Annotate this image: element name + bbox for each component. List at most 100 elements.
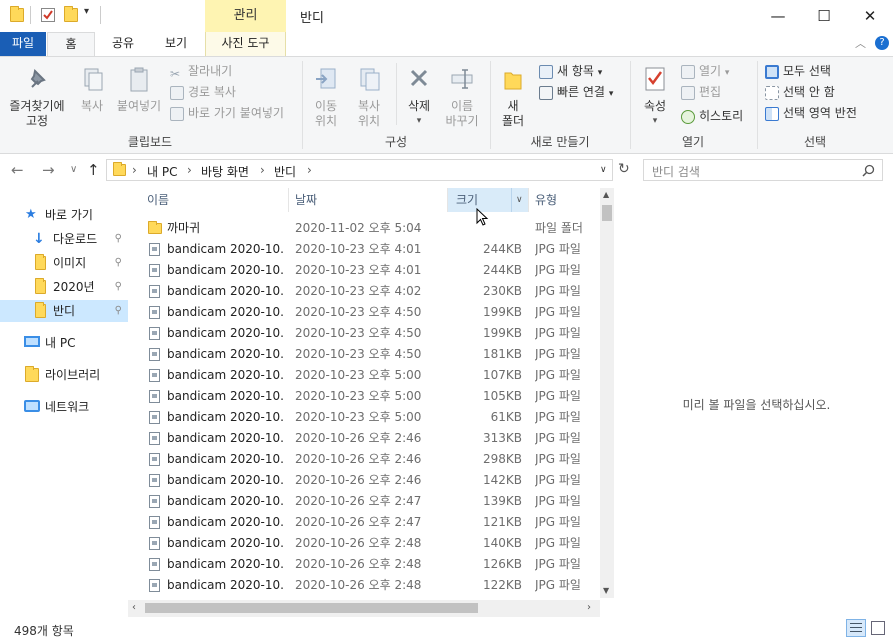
nav-item-network[interactable]: 네트워크 xyxy=(0,396,128,418)
horizontal-scroll-thumb[interactable] xyxy=(145,603,478,613)
properties-dropdown-icon[interactable]: ▾ xyxy=(636,114,674,129)
nav-item-bandi[interactable]: 반디 ⚲ xyxy=(0,300,128,322)
search-icon[interactable] xyxy=(862,164,875,177)
file-row[interactable]: bandicam 2020-10... 2020-10-26 오후 2:48 140… xyxy=(140,533,600,554)
nav-item-quick-access[interactable]: ★ 바로 가기 xyxy=(0,204,128,226)
file-row[interactable]: bandicam 2020-10... 2020-10-26 오후 2:47 139… xyxy=(140,491,600,512)
vertical-scroll-thumb[interactable] xyxy=(602,205,612,221)
file-row[interactable]: bandicam 2020-10... 2020-10-23 오후 5:00 61K… xyxy=(140,407,600,428)
file-type: JPG 파일 xyxy=(535,473,581,487)
manage-contextual-tab[interactable]: 관리 xyxy=(205,0,286,32)
collapse-ribbon-icon[interactable]: ︿ xyxy=(855,35,866,51)
up-arrow-icon[interactable]: ↑ xyxy=(87,161,100,179)
tab-view[interactable]: 보기 xyxy=(152,32,200,56)
select-none-button[interactable]: 선택 안 함 xyxy=(765,83,835,101)
file-row[interactable]: 까마귀 2020-11-02 오후 5:04 파일 폴더 xyxy=(140,218,600,239)
nav-item-label: 반디 xyxy=(53,304,76,318)
file-row[interactable]: bandicam 2020-10... 2020-10-26 오후 2:46 142… xyxy=(140,470,600,491)
item-count: 498개 항목 xyxy=(14,624,74,638)
copy-to-button[interactable]: 복사 위치 xyxy=(348,65,390,129)
scroll-right-icon[interactable]: › xyxy=(587,602,591,613)
nav-item-libraries[interactable]: 라이브러리 xyxy=(0,364,128,386)
back-arrow-icon[interactable]: ← xyxy=(11,161,24,179)
new-folder-button[interactable]: 새 폴더 xyxy=(494,65,532,129)
column-header-type[interactable]: 유형 xyxy=(529,188,599,212)
details-view-icon[interactable] xyxy=(846,619,866,637)
file-row[interactable]: bandicam 2020-10... 2020-10-26 오후 2:48 122… xyxy=(140,575,600,596)
copy-button[interactable]: 복사 xyxy=(72,65,112,114)
tab-home[interactable]: 홈 xyxy=(47,32,95,57)
copy-path-button[interactable]: 경로 복사 xyxy=(170,83,236,101)
properties-check-icon[interactable] xyxy=(41,8,55,22)
manage-tab-label: 관리 xyxy=(233,8,258,23)
tab-picture-tools[interactable]: 사진 도구 xyxy=(205,32,286,56)
file-row[interactable]: bandicam 2020-10... 2020-10-26 오후 2:47 121… xyxy=(140,512,600,533)
image-file-icon xyxy=(149,348,160,361)
easy-access-button[interactable]: 빠른 연결 ▾ xyxy=(539,83,613,101)
file-row[interactable]: bandicam 2020-10... 2020-10-23 오후 4:01 244… xyxy=(140,239,600,260)
paste-shortcut-button[interactable]: 바로 가기 붙여넣기 xyxy=(170,104,284,122)
cut-button[interactable]: ✂ 잘라내기 xyxy=(170,62,232,81)
forward-arrow-icon[interactable]: → xyxy=(42,161,55,179)
delete-dropdown-icon[interactable]: ▾ xyxy=(400,114,438,129)
edit-button[interactable]: 편집 xyxy=(681,83,721,101)
breadcrumb-this-pc[interactable]: 내 PC xyxy=(147,163,177,180)
vertical-scrollbar[interactable]: ▲ ▼ xyxy=(600,188,614,598)
pin-to-quick-access-button[interactable]: 즐겨찾기에 고정 xyxy=(4,65,70,129)
file-row[interactable]: bandicam 2020-10... 2020-10-26 오후 2:46 313… xyxy=(140,428,600,449)
move-to-button[interactable]: 이동 위치 xyxy=(306,65,346,129)
tab-file[interactable]: 파일 xyxy=(0,32,46,56)
file-row[interactable]: bandicam 2020-10... 2020-10-26 오후 2:46 298… xyxy=(140,449,600,470)
horizontal-scrollbar[interactable]: ‹ › xyxy=(128,600,600,617)
tab-share[interactable]: 공유 xyxy=(99,32,147,56)
scroll-down-icon[interactable]: ▼ xyxy=(603,586,609,595)
new-folder-quick-icon[interactable] xyxy=(64,6,78,22)
invert-selection-button[interactable]: 선택 영역 반전 xyxy=(765,104,857,122)
nav-item-this-pc[interactable]: 내 PC xyxy=(0,332,128,354)
help-icon[interactable]: ? xyxy=(875,36,889,50)
paste-button[interactable]: 붙여넣기 xyxy=(114,65,164,114)
properties-button[interactable]: 속성 ▾ xyxy=(636,65,674,129)
file-date: 2020-10-26 오후 2:48 xyxy=(295,578,422,592)
address-bar[interactable]: › 내 PC › 바탕 화면 › 반디 › ∨ xyxy=(106,159,613,181)
select-all-button[interactable]: 모두 선택 xyxy=(765,62,831,80)
file-row[interactable]: bandicam 2020-10... 2020-10-26 오후 2:48 126… xyxy=(140,554,600,575)
address-dropdown-icon[interactable]: ∨ xyxy=(600,165,607,175)
recent-locations-dropdown-icon[interactable]: ∨ xyxy=(70,164,77,175)
column-header-date[interactable]: 날짜 xyxy=(289,188,447,212)
file-row[interactable]: bandicam 2020-10... 2020-10-23 오후 4:01 244… xyxy=(140,260,600,281)
new-item-button[interactable]: 새 항목 ▾ xyxy=(539,62,602,80)
open-button[interactable]: 열기 ▾ xyxy=(681,62,729,80)
column-filter-dropdown-icon[interactable]: ∨ xyxy=(516,188,523,212)
delete-button[interactable]: 삭제 ▾ xyxy=(400,65,438,129)
file-row[interactable]: bandicam 2020-10... 2020-10-23 오후 4:02 230… xyxy=(140,281,600,302)
search-input[interactable]: 반디 검색 xyxy=(643,159,883,181)
ribbon-home: 즐겨찾기에 고정 복사 붙여넣기 ✂ 잘라내기 경로 복사 바로 가기 붙여넣기 … xyxy=(0,56,893,154)
nav-item-2020[interactable]: 2020년 ⚲ xyxy=(0,276,128,298)
quick-access-dropdown-icon[interactable]: ▾ xyxy=(84,6,89,17)
close-button[interactable]: ✕ xyxy=(847,0,893,32)
nav-item-pictures[interactable]: 이미지 ⚲ xyxy=(0,252,128,274)
maximize-button[interactable]: ☐ xyxy=(801,0,847,32)
minimize-button[interactable]: — xyxy=(755,0,801,32)
column-header-name[interactable]: 이름 xyxy=(140,188,288,212)
file-row[interactable]: bandicam 2020-10... 2020-10-23 오후 4:50 199… xyxy=(140,323,600,344)
file-row[interactable]: bandicam 2020-10... 2020-10-23 오후 4:50 199… xyxy=(140,302,600,323)
chevron-right-icon[interactable]: › xyxy=(132,163,137,177)
scroll-up-icon[interactable]: ▲ xyxy=(603,190,609,199)
chevron-right-icon[interactable]: › xyxy=(307,163,312,177)
breadcrumb-bandi[interactable]: 반디 xyxy=(274,163,296,180)
history-button[interactable]: 히스토리 xyxy=(681,107,743,125)
file-row[interactable]: bandicam 2020-10... 2020-10-23 오후 5:00 105… xyxy=(140,386,600,407)
rename-button[interactable]: 이름 바꾸기 xyxy=(440,65,484,129)
image-file-icon xyxy=(149,558,160,571)
refresh-icon[interactable]: ↻ xyxy=(618,161,630,177)
breadcrumb-desktop[interactable]: 바탕 화면 xyxy=(201,163,249,180)
file-row[interactable]: bandicam 2020-10... 2020-10-23 오후 4:50 181… xyxy=(140,344,600,365)
chevron-right-icon[interactable]: › xyxy=(187,163,192,177)
scroll-left-icon[interactable]: ‹ xyxy=(132,602,136,613)
large-icons-view-icon[interactable] xyxy=(871,621,885,635)
nav-item-downloads[interactable]: ↓ 다운로드 ⚲ xyxy=(0,228,128,250)
chevron-right-icon[interactable]: › xyxy=(260,163,265,177)
file-row[interactable]: bandicam 2020-10... 2020-10-23 오후 5:00 107… xyxy=(140,365,600,386)
